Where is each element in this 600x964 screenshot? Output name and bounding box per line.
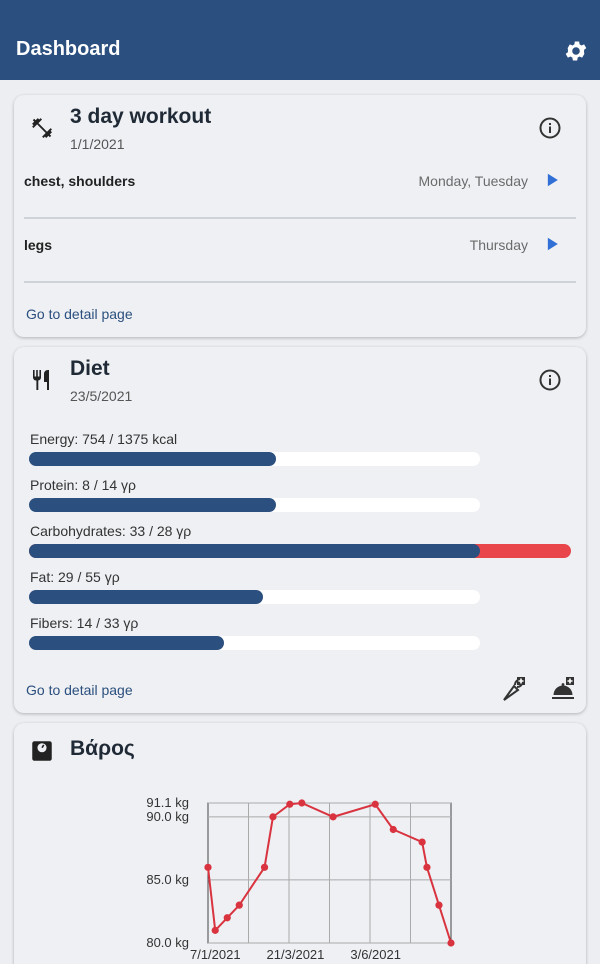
exercise-days: Monday, Tuesday [418, 173, 528, 189]
play-icon[interactable] [542, 170, 562, 190]
weight-data-point [371, 800, 379, 808]
diet-detail-link[interactable]: Go to detail page [26, 682, 133, 698]
energy-bar-fill [29, 452, 276, 466]
dumbbell-icon [32, 118, 52, 138]
weight-data-point [423, 863, 431, 871]
info-icon[interactable] [538, 368, 562, 392]
settings-gear-icon[interactable] [563, 38, 589, 64]
weight-data-point [418, 838, 426, 846]
carbohydrates-bar-fill [29, 544, 480, 558]
exercise-days: Thursday [469, 237, 528, 253]
fibers-bar-fill [29, 636, 224, 650]
energy-label: Energy: 754 / 1375 kcal [30, 431, 178, 447]
workout-title: 3 day workout [70, 105, 212, 128]
y-tick-label: 85.0 kg [146, 872, 189, 887]
weight-chart: 91.1 kg90.0 kg 85.0 kg 80.0 kg7/1/2021 21/3… [146, 795, 455, 962]
weight-data-point [260, 863, 269, 871]
weight-data-point [286, 800, 294, 808]
workout-card: 3 day workout 1/1/2021 chest, shoulders … [14, 95, 586, 337]
weight-data-point [298, 799, 306, 807]
y-tick-label: 80.0 kg [146, 935, 189, 950]
exercise-name: chest, shoulders [24, 173, 136, 189]
workout-date: 1/1/2021 [70, 136, 125, 152]
exercise-row[interactable]: chest, shoulders Monday, Tuesday [24, 155, 576, 219]
weight-data-point [269, 813, 277, 821]
weight-data-point [435, 901, 443, 909]
weight-data-point [223, 914, 231, 922]
weight-data-point [389, 825, 397, 834]
weight-data-point [329, 813, 337, 821]
weight-card: Βάρος 91.1 kg 90.0 kg 85.0 kg 80.0 kg 7/1/20… [14, 723, 586, 964]
add-meal-cloche-icon[interactable] [549, 676, 577, 704]
carbohydrates-label: Carbohydrates: 33 / 28 γρ [30, 523, 192, 539]
info-icon[interactable] [538, 116, 562, 140]
weight-data-point [204, 863, 212, 871]
fat-label: Fat: 29 / 55 γρ [30, 569, 120, 585]
protein-bar-fill [29, 498, 276, 512]
exercise-row[interactable]: legs Thursday [24, 219, 576, 283]
x-tick-label: 3/6/2021 [350, 947, 401, 962]
app-bar: Dashboard [0, 0, 600, 80]
divider [24, 281, 576, 283]
fibers-label: Fibers: 14 / 33 γρ [30, 615, 139, 631]
page-title: Dashboard [16, 38, 121, 60]
fat-bar-fill [29, 590, 263, 604]
workout-detail-link[interactable]: Go to detail page [26, 306, 133, 322]
x-tick-label: 7/1/2021 [190, 947, 241, 962]
x-tick-label: 21/3/2021 [267, 947, 325, 962]
weight-data-point [447, 939, 455, 947]
weight-data-point [211, 926, 219, 934]
diet-date: 23/5/2021 [70, 388, 133, 404]
exercise-name: legs [24, 237, 53, 253]
diet-title: Diet [70, 357, 110, 380]
y-tick-label: 90.0 kg [146, 809, 189, 824]
y-tick-label: 91.1 kg [146, 795, 189, 810]
weight-data-point [235, 901, 243, 909]
play-icon[interactable] [542, 234, 562, 254]
protein-label: Protein: 8 / 14 γρ [30, 477, 137, 493]
fork-knife-icon [32, 370, 49, 390]
diet-card: Diet 23/5/2021 Energy: 754 / 1375 kcal P… [14, 347, 586, 713]
add-food-carrot-icon[interactable] [500, 676, 528, 704]
